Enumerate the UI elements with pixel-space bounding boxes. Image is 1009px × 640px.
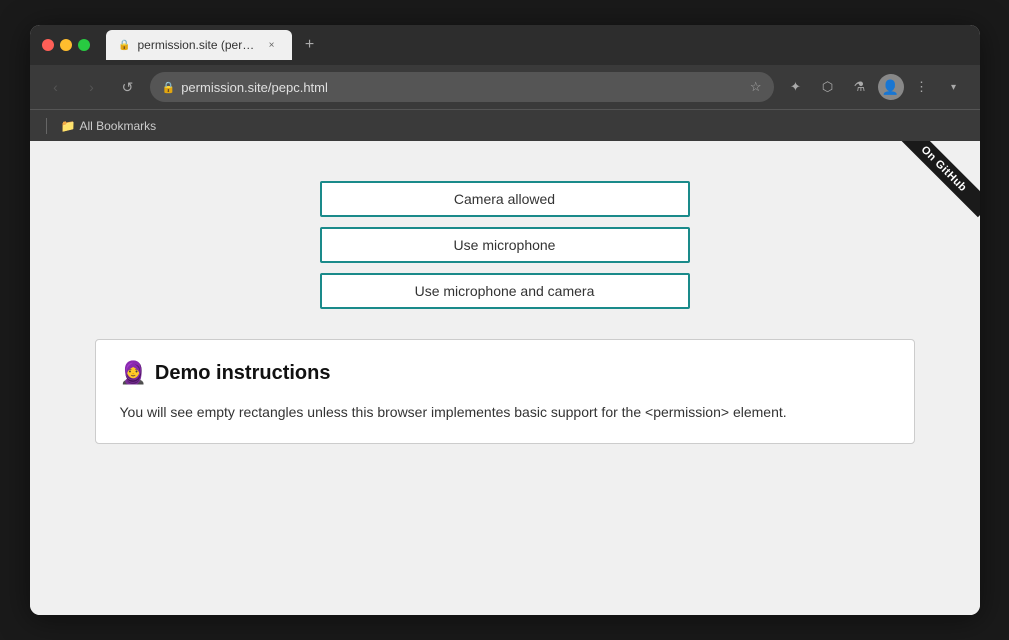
demo-title: Demo instructions [155,362,331,385]
lab-button[interactable]: ⚗ [846,73,874,101]
url-text: permission.site/pepc.html [181,80,744,95]
page-content: On GitHub Camera allowed Use microphone … [30,141,980,615]
active-tab[interactable]: 🔒 permission.site (permission e × [106,30,292,60]
back-button[interactable]: ‹ [42,73,70,101]
bookmarks-divider [46,118,47,134]
use-microphone-button[interactable]: Use microphone [320,227,690,263]
demo-text: You will see empty rectangles unless thi… [120,402,890,423]
dropdown-button[interactable]: ▾ [940,73,968,101]
extensions-button[interactable]: ⬡ [814,73,842,101]
tab-bar: 🔒 permission.site (permission e × + [106,30,968,60]
address-bar[interactable]: 🔒 permission.site/pepc.html ☆ [150,72,774,102]
nav-actions: ✦ ⬡ ⚗ 👤 ⋮ ▾ [782,73,968,101]
folder-icon: 📁 [61,119,76,133]
close-button[interactable] [42,39,54,51]
tab-favicon: 🔒 [118,38,132,52]
more-button[interactable]: ⋮ [908,73,936,101]
use-microphone-camera-button[interactable]: Use microphone and camera [320,273,690,309]
github-ribbon-text: On GitHub [896,141,980,217]
browser-window: 🔒 permission.site (permission e × + ‹ › … [30,25,980,615]
star-icon: ☆ [750,79,762,95]
tab-close-button[interactable]: × [264,37,280,53]
nav-bar: ‹ › ↺ 🔒 permission.site/pepc.html ☆ ✦ ⬡ … [30,65,980,109]
magic-button[interactable]: ✦ [782,73,810,101]
profile-button[interactable]: 👤 [878,74,904,100]
github-ribbon: On GitHub [880,141,980,241]
demo-instructions-box: 🧕 Demo instructions You will see empty r… [95,339,915,444]
title-bar: 🔒 permission.site (permission e × + [30,25,980,65]
minimize-button[interactable] [60,39,72,51]
camera-allowed-button[interactable]: Camera allowed [320,181,690,217]
reload-button[interactable]: ↺ [114,73,142,101]
new-tab-button[interactable]: + [296,31,324,59]
demo-header: 🧕 Demo instructions [120,360,890,386]
maximize-button[interactable] [78,39,90,51]
demo-icon: 🧕 [120,360,147,386]
forward-button[interactable]: › [78,73,106,101]
lock-icon: 🔒 [162,81,176,94]
tab-title: permission.site (permission e [138,38,258,52]
permission-buttons: Camera allowed Use microphone Use microp… [320,181,690,309]
bookmarks-label: All Bookmarks [79,119,156,133]
all-bookmarks-link[interactable]: 📁 All Bookmarks [55,117,163,135]
bookmarks-bar: 📁 All Bookmarks [30,109,980,141]
traffic-lights [42,39,90,51]
